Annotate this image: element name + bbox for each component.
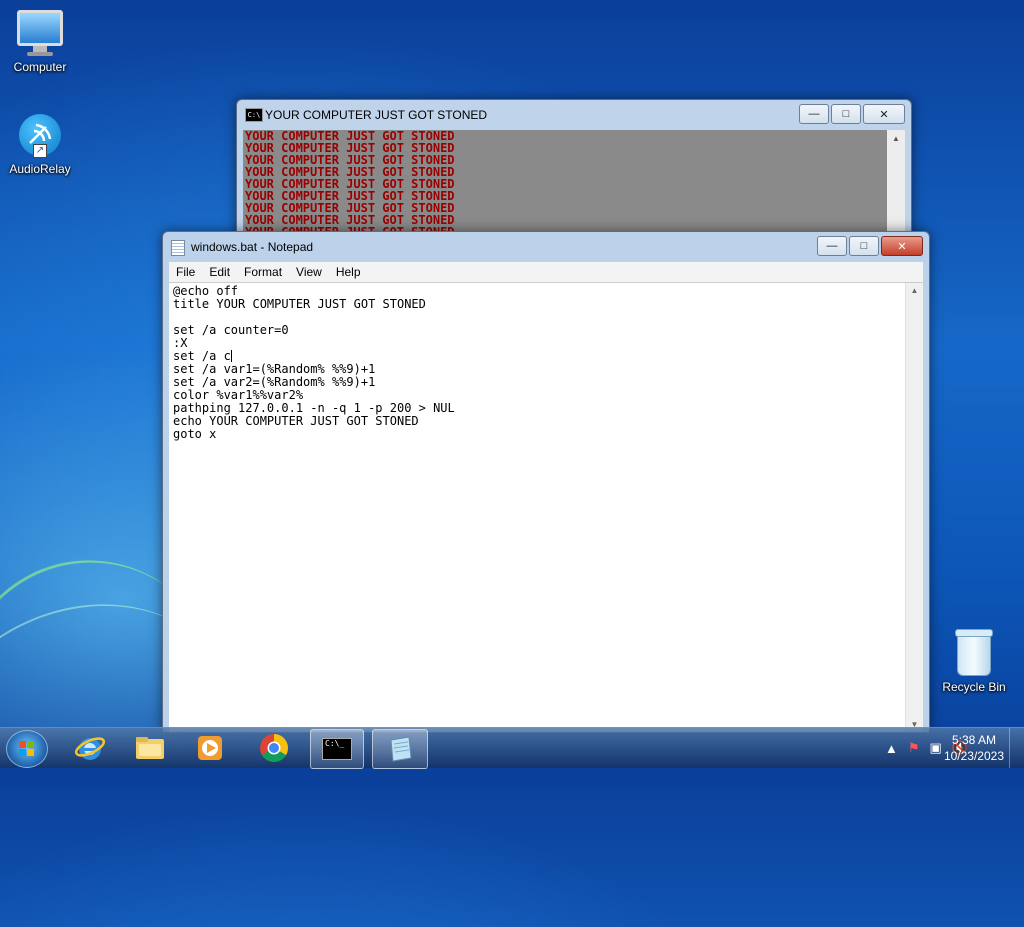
text-before-caret: @echo off title YOUR COMPUTER JUST GOT S… [173,284,426,363]
desktop-icon-label: AudioRelay [9,162,71,176]
taskbar-internet-explorer[interactable] [64,729,116,767]
maximize-button[interactable]: □ [831,104,861,124]
notepad-window[interactable]: windows.bat - Notepad — □ ✕ File Edit Fo… [162,231,930,733]
maximize-button[interactable]: □ [849,236,879,256]
action-center-flag-icon[interactable]: ⚑ [908,740,920,756]
console-lines: YOUR COMPUTER JUST GOT STONED YOUR COMPUT… [245,130,455,238]
file-explorer-icon [136,737,164,759]
clock-time: 5:38 AM [951,733,996,747]
menu-file[interactable]: File [169,265,202,279]
text-after-caret: set /a var1=(%Random% %%9)+1 set /a var2… [173,362,455,441]
network-icon[interactable]: ▣ [930,740,942,756]
cmd-icon: C:\_ [322,738,352,760]
taskbar-media-player[interactable] [184,729,236,767]
menu-edit[interactable]: Edit [202,265,237,279]
vertical-scrollbar[interactable]: ▲ ▼ [905,283,923,732]
desktop-icon-recycle-bin[interactable]: Recycle Bin [936,629,1012,694]
shortcut-arrow-icon: ↗ [33,144,47,158]
show-hidden-icons-icon[interactable]: ▲ [885,741,898,756]
taskbar-file-explorer[interactable] [124,729,176,767]
menu-view[interactable]: View [289,265,329,279]
taskbar-chrome[interactable] [248,729,300,767]
scroll-up-icon[interactable]: ▲ [887,134,905,143]
taskbar-cmd[interactable]: C:\_ [310,729,364,769]
chrome-icon [260,734,288,762]
computer-icon [2,10,78,56]
menu-bar: File Edit Format View Help [169,262,923,282]
media-player-icon [198,736,222,760]
clock-date: 10/23/2023 [943,749,1004,763]
desktop-icon-label: Recycle Bin [942,680,1006,694]
scroll-up-icon[interactable]: ▲ [906,286,923,295]
editor-content[interactable]: @echo off title YOUR COMPUTER JUST GOT S… [173,285,455,441]
taskbar: C:\_ ▲ ⚑ ▣ 🔇 5:38 AM 10/23/2023 [0,727,1024,769]
cmd-icon: C:\ [245,108,263,122]
close-button[interactable]: ✕ [881,236,923,256]
desktop-icon-label: Computer [13,60,67,74]
close-button[interactable]: ✕ [863,104,905,124]
text-editor[interactable]: @echo off title YOUR COMPUTER JUST GOT S… [169,282,923,732]
text-caret [230,350,232,362]
taskbar-clock[interactable]: 5:38 AM 10/23/2023 [944,732,1004,764]
minimize-button[interactable]: — [799,104,829,124]
cmd-window[interactable]: C:\ YOUR COMPUTER JUST GOT STONED — □ ✕ … [236,99,912,251]
desktop-icon-audiorelay[interactable]: ↗ AudioRelay [2,114,78,176]
start-button[interactable] [6,730,48,768]
desktop-icon-computer[interactable]: Computer [2,10,78,74]
windows-logo-icon [19,741,35,757]
minimize-button[interactable]: — [817,236,847,256]
internet-explorer-icon [74,737,106,760]
window-title: YOUR COMPUTER JUST GOT STONED [265,108,488,122]
cmd-titlebar[interactable]: C:\ YOUR COMPUTER JUST GOT STONED — □ ✕ [237,100,911,130]
taskbar-notepad[interactable] [372,729,428,769]
notepad-icon [390,736,412,762]
window-title: windows.bat - Notepad [191,240,314,254]
notepad-titlebar[interactable]: windows.bat - Notepad — □ ✕ [163,232,929,262]
show-desktop-button[interactable] [1009,728,1024,768]
menu-format[interactable]: Format [237,265,289,279]
audiorelay-icon: ↗ [17,114,63,158]
notepad-icon [171,240,185,256]
recycle-bin-icon [936,629,1012,676]
menu-help[interactable]: Help [329,265,368,279]
